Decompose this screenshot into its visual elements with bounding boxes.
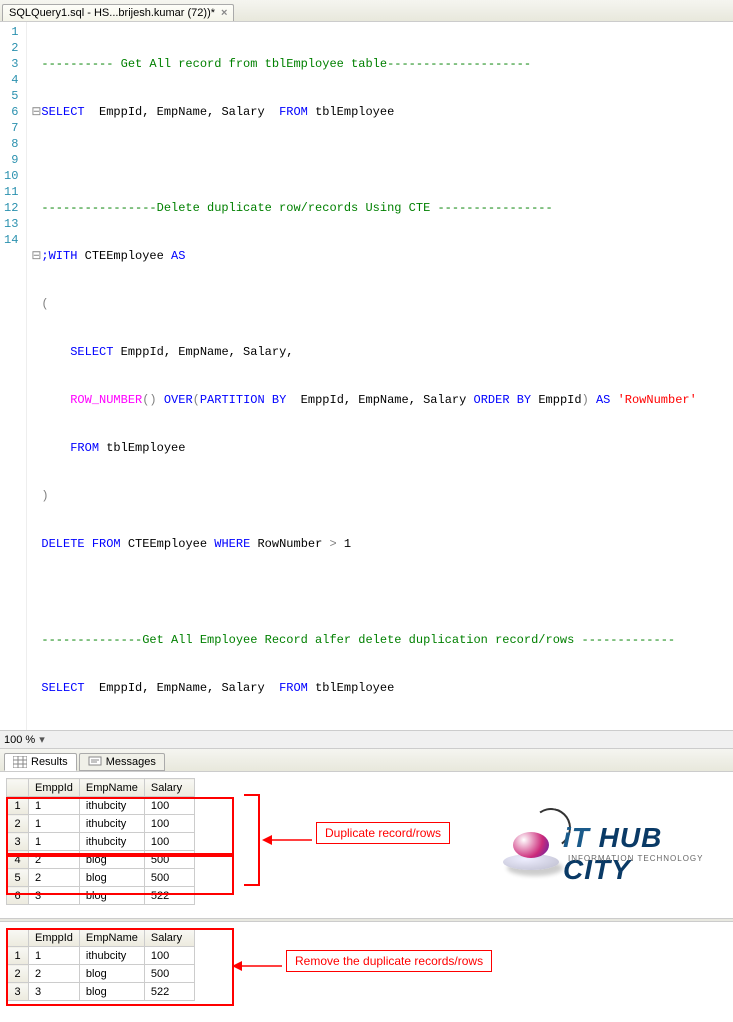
cell[interactable]: 100 bbox=[144, 797, 194, 815]
row-header[interactable]: 1 bbox=[7, 797, 29, 815]
result-tab-bar: Results Messages bbox=[0, 748, 733, 772]
cell[interactable]: ithubcity bbox=[79, 797, 144, 815]
row-header[interactable]: 2 bbox=[7, 815, 29, 833]
annotation-duplicate: Duplicate record/rows bbox=[316, 822, 450, 844]
cell[interactable]: blog bbox=[79, 851, 144, 869]
table-row[interactable]: 42blog500 bbox=[7, 851, 195, 869]
cell[interactable]: 1 bbox=[29, 797, 80, 815]
table-row[interactable]: 52blog500 bbox=[7, 869, 195, 887]
document-tab-bar: SQLQuery1.sql - HS...brijesh.kumar (72))… bbox=[0, 0, 733, 22]
table-row[interactable]: 31ithubcity100 bbox=[7, 833, 195, 851]
cell[interactable]: ithubcity bbox=[79, 947, 144, 965]
column-header[interactable]: Salary bbox=[144, 779, 194, 797]
row-header[interactable]: 3 bbox=[7, 983, 29, 1001]
cell[interactable]: 2 bbox=[29, 965, 80, 983]
tab-messages[interactable]: Messages bbox=[79, 753, 165, 771]
line-number-gutter: 1234567891011121314 bbox=[0, 22, 27, 730]
table-row[interactable]: 33blog522 bbox=[7, 983, 195, 1001]
row-header[interactable]: 3 bbox=[7, 833, 29, 851]
cell[interactable]: 1 bbox=[29, 947, 80, 965]
cell[interactable]: ithubcity bbox=[79, 833, 144, 851]
row-header[interactable]: 5 bbox=[7, 869, 29, 887]
cell[interactable]: 2 bbox=[29, 851, 80, 869]
table-row[interactable]: 11ithubcity100 bbox=[7, 947, 195, 965]
table-row[interactable]: 22blog500 bbox=[7, 965, 195, 983]
cell[interactable]: 500 bbox=[144, 869, 194, 887]
zoom-value[interactable]: 100 % bbox=[4, 734, 35, 746]
column-header[interactable]: Salary bbox=[144, 929, 194, 947]
cell[interactable]: blog bbox=[79, 965, 144, 983]
column-header[interactable]: EmppId bbox=[29, 929, 80, 947]
tab-results[interactable]: Results bbox=[4, 753, 77, 771]
results-grid-2[interactable]: EmppIdEmpNameSalary11ithubcity10022blog5… bbox=[6, 928, 195, 1001]
logo-ithubcity: iT HUB CITY INFORMATION TECHNOLOGY bbox=[493, 812, 723, 882]
grid-icon bbox=[13, 756, 27, 768]
cell[interactable]: 3 bbox=[29, 887, 80, 905]
message-icon bbox=[88, 756, 102, 768]
document-tab-title: SQLQuery1.sql - HS...brijesh.kumar (72))… bbox=[9, 7, 215, 19]
grid-corner[interactable] bbox=[7, 929, 29, 947]
annotation-bracket bbox=[244, 794, 260, 886]
row-header[interactable]: 6 bbox=[7, 887, 29, 905]
cell[interactable]: 1 bbox=[29, 815, 80, 833]
table-row[interactable]: 11ithubcity100 bbox=[7, 797, 195, 815]
grid-corner[interactable] bbox=[7, 779, 29, 797]
annotation-remove: Remove the duplicate records/rows bbox=[286, 950, 492, 972]
row-header[interactable]: 1 bbox=[7, 947, 29, 965]
cell[interactable]: 100 bbox=[144, 947, 194, 965]
cell[interactable]: 100 bbox=[144, 815, 194, 833]
table-row[interactable]: 21ithubcity100 bbox=[7, 815, 195, 833]
row-header[interactable]: 4 bbox=[7, 851, 29, 869]
cell[interactable]: ithubcity bbox=[79, 815, 144, 833]
cell[interactable]: 3 bbox=[29, 983, 80, 1001]
close-icon[interactable]: × bbox=[221, 7, 227, 19]
column-header[interactable]: EmpName bbox=[79, 929, 144, 947]
cell[interactable]: 522 bbox=[144, 983, 194, 1001]
cell[interactable]: 500 bbox=[144, 965, 194, 983]
cell[interactable]: 500 bbox=[144, 851, 194, 869]
arrow-icon bbox=[262, 832, 314, 848]
results-grid-1-pane: EmppIdEmpNameSalary11ithubcity10021ithub… bbox=[0, 772, 733, 918]
cell[interactable]: 522 bbox=[144, 887, 194, 905]
cell[interactable]: 1 bbox=[29, 833, 80, 851]
cell[interactable]: blog bbox=[79, 983, 144, 1001]
results-grid-2-pane: EmppIdEmpNameSalary11ithubcity10022blog5… bbox=[0, 922, 733, 1022]
cell[interactable]: 2 bbox=[29, 869, 80, 887]
column-header[interactable]: EmppId bbox=[29, 779, 80, 797]
zoom-bar: 100 % ▾ bbox=[0, 730, 733, 748]
cell[interactable]: blog bbox=[79, 869, 144, 887]
cell[interactable]: 100 bbox=[144, 833, 194, 851]
tab-results-label: Results bbox=[31, 756, 68, 768]
row-header[interactable]: 2 bbox=[7, 965, 29, 983]
column-header[interactable]: EmpName bbox=[79, 779, 144, 797]
document-tab[interactable]: SQLQuery1.sql - HS...brijesh.kumar (72))… bbox=[2, 4, 234, 21]
tab-messages-label: Messages bbox=[106, 756, 156, 768]
code-area[interactable]: ---------- Get All record from tblEmploy… bbox=[27, 22, 733, 730]
table-row[interactable]: 63blog522 bbox=[7, 887, 195, 905]
sql-editor[interactable]: 1234567891011121314 ---------- Get All r… bbox=[0, 22, 733, 730]
results-grid-1[interactable]: EmppIdEmpNameSalary11ithubcity10021ithub… bbox=[6, 778, 195, 905]
cell[interactable]: blog bbox=[79, 887, 144, 905]
chevron-down-icon[interactable]: ▾ bbox=[39, 733, 45, 746]
arrow-icon bbox=[232, 958, 284, 974]
